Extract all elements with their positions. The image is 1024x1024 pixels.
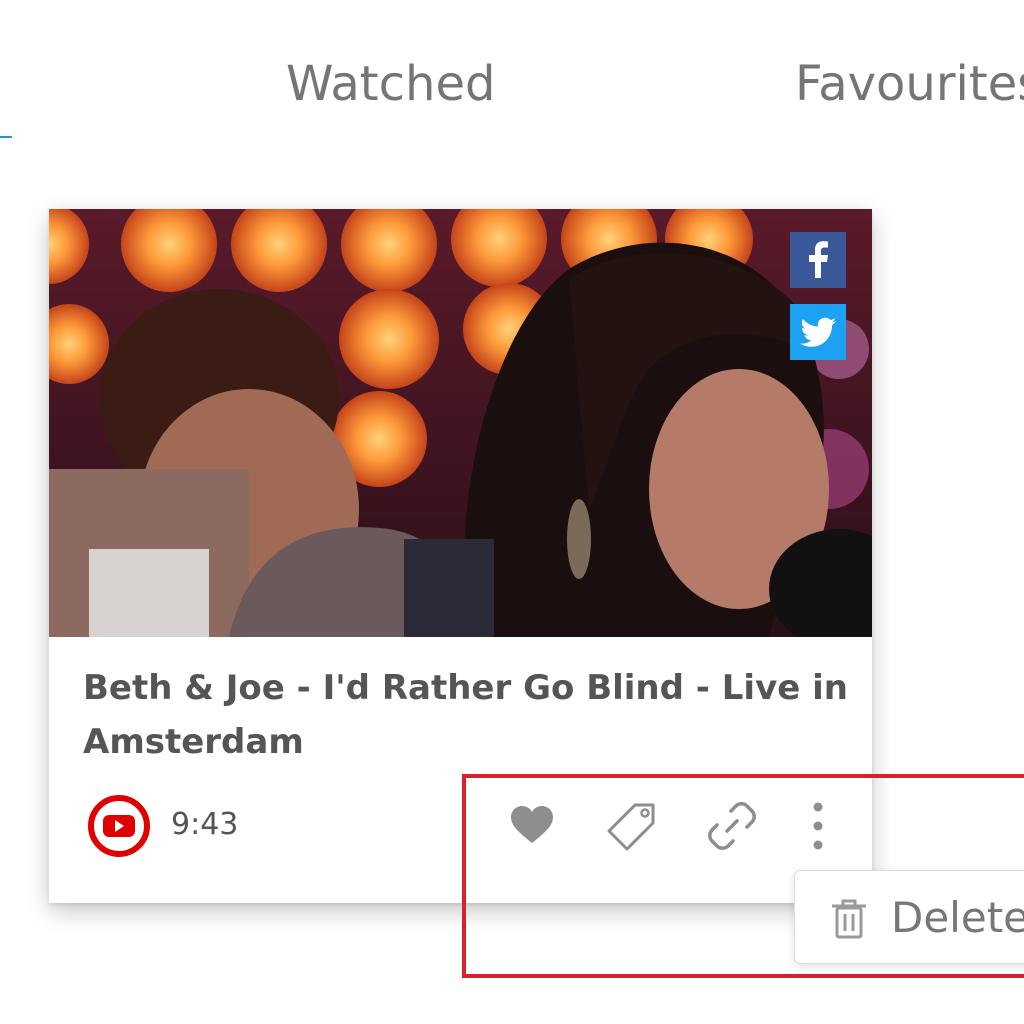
facebook-share-icon[interactable] <box>790 232 846 288</box>
tab-favourites[interactable]: Favourites <box>795 56 1024 112</box>
tab-watched[interactable]: Watched <box>286 56 495 112</box>
delete-label: Delete <box>891 893 1024 942</box>
video-duration: 9:43 <box>171 807 239 842</box>
youtube-icon <box>88 795 150 857</box>
tab-bar: Watched Favourites <box>0 0 1024 140</box>
video-thumbnail[interactable] <box>49 209 872 637</box>
twitter-share-icon[interactable] <box>790 304 846 360</box>
trash-icon <box>832 899 866 939</box>
video-title[interactable]: Beth & Joe - I'd Rather Go Blind - Live … <box>83 661 863 769</box>
active-tab-indicator <box>0 136 12 138</box>
delete-menu-item[interactable]: Delete <box>794 870 1024 964</box>
